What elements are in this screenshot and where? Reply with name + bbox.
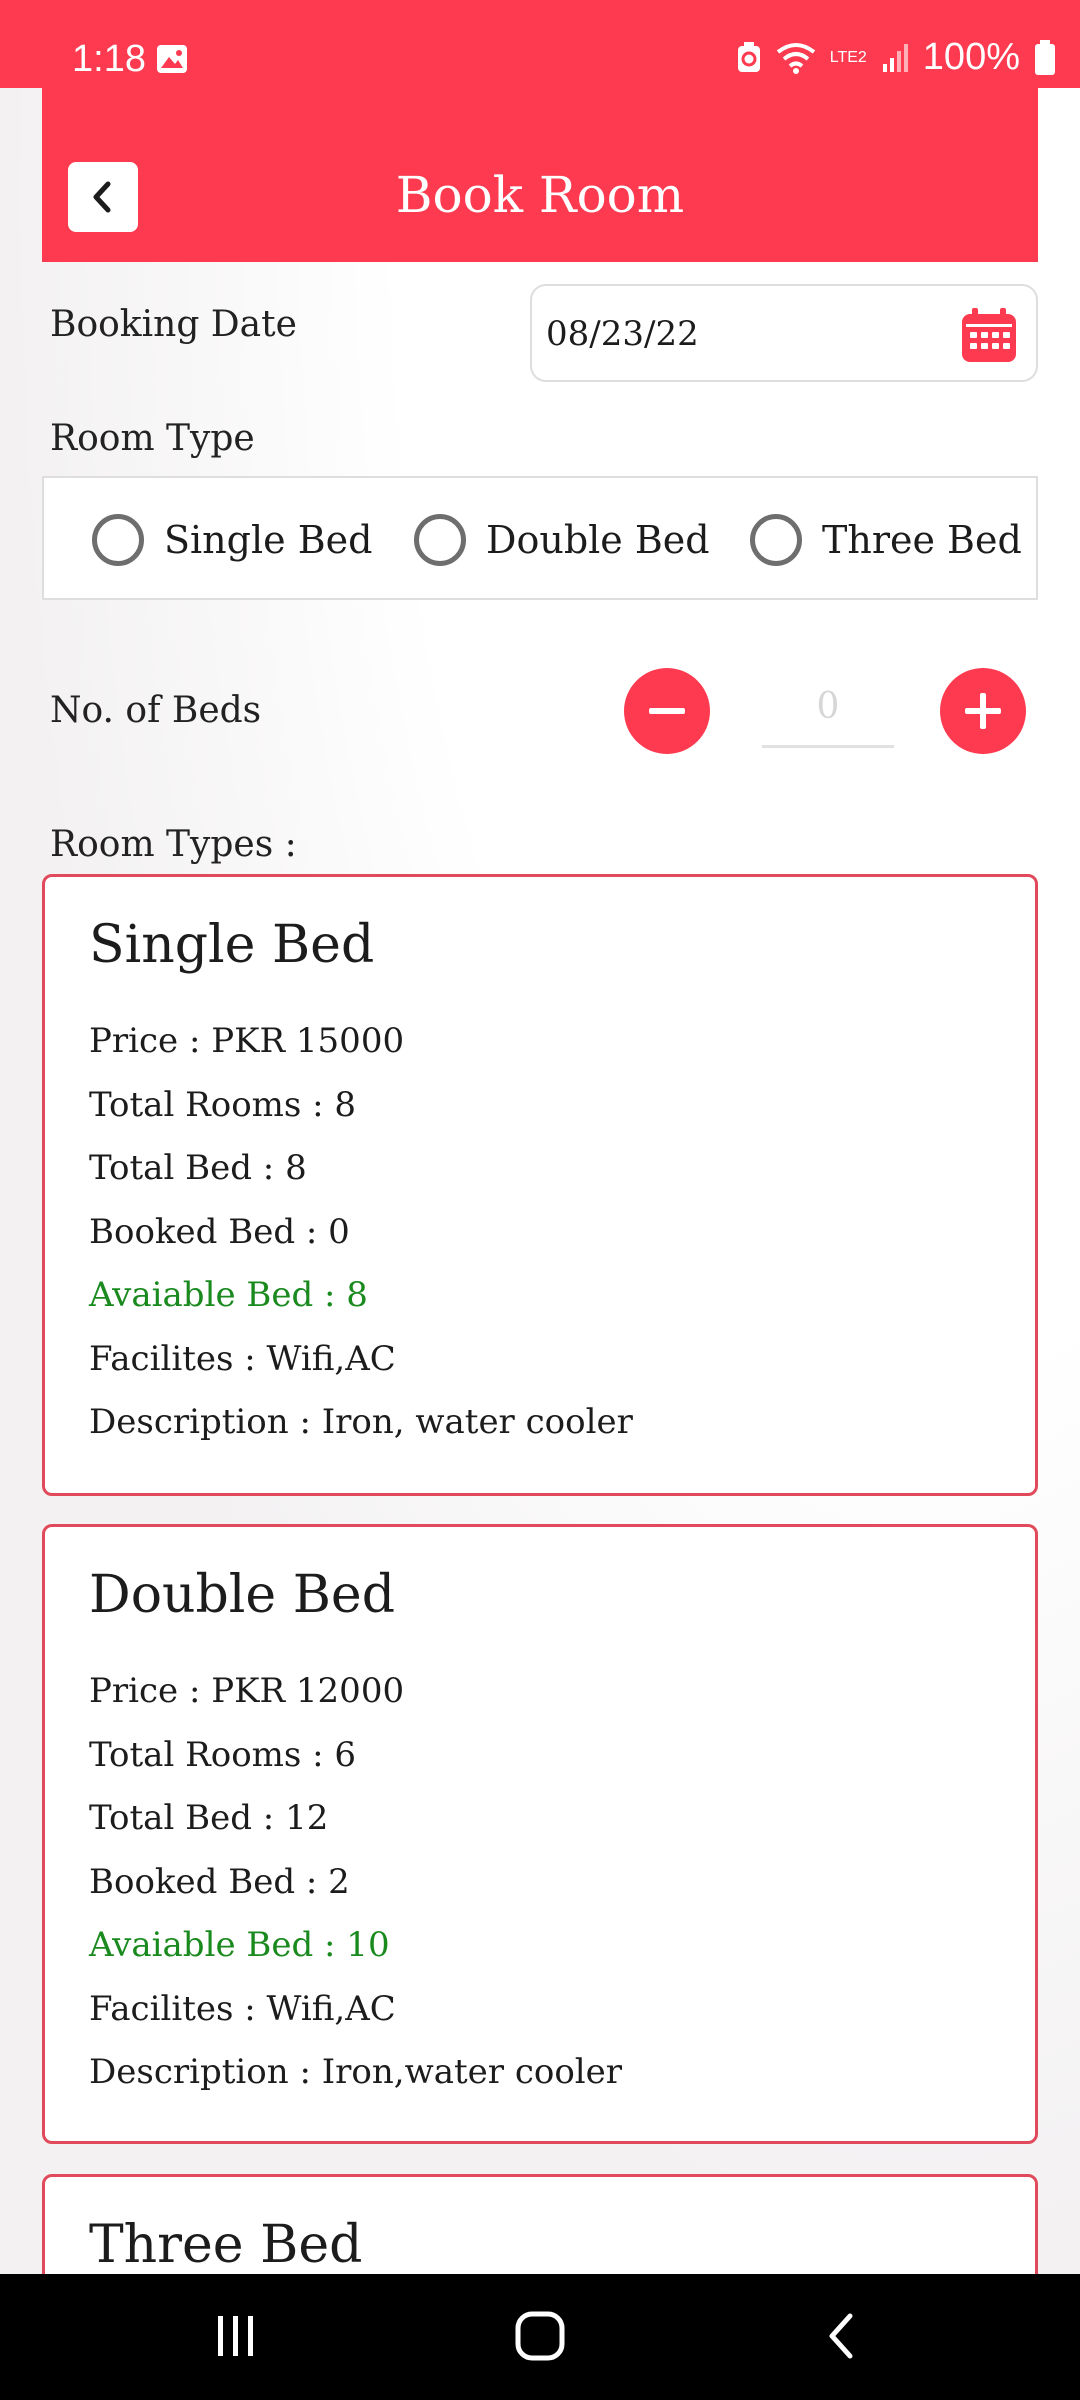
card-title: Double Bed (89, 1565, 395, 1625)
card-facilities: Facilites : Wifi,AC (89, 1989, 396, 2029)
radio-double-bed[interactable]: Double Bed (414, 514, 710, 566)
page-title: Book Room (395, 166, 685, 224)
booking-date-field[interactable]: 08/23/22 (530, 284, 1038, 382)
network-type-label: LTE2 (829, 48, 867, 66)
radio-circle (92, 514, 144, 566)
radio-three-bed[interactable]: Three Bed (750, 514, 1022, 566)
card-available-bed: Avaiable Bed : 10 (89, 1925, 390, 1965)
decrease-beds-button[interactable] (624, 668, 710, 754)
home-icon[interactable] (514, 2310, 566, 2362)
room-type-radio-group: Single Bed Double Bed Three Bed (42, 476, 1038, 600)
card-price: Price : PKR 15000 (89, 1021, 405, 1061)
wifi-icon (776, 42, 815, 74)
radio-label: Single Bed (164, 518, 373, 562)
card-title: Single Bed (89, 915, 375, 975)
beds-label: No. of Beds (50, 690, 262, 731)
card-title: Three Bed (89, 2215, 363, 2275)
card-facilities: Facilites : Wifi,AC (89, 1339, 396, 1379)
recent-apps-icon[interactable] (214, 2310, 258, 2362)
system-nav-bar (0, 2274, 1080, 2400)
back-nav-icon[interactable] (822, 2310, 862, 2362)
room-type-label: Room Type (50, 418, 255, 459)
radio-circle (414, 514, 466, 566)
card-total-bed: Total Bed : 12 (89, 1798, 329, 1838)
battery-icon (1035, 39, 1055, 75)
booking-date-label: Booking Date (50, 304, 297, 345)
card-description: Description : Iron, water cooler (89, 1402, 633, 1442)
signal-icon (882, 43, 908, 72)
gallery-notification-icon (157, 45, 187, 73)
room-types-heading: Room Types : (50, 824, 297, 865)
calendar-icon[interactable] (960, 306, 1018, 364)
radio-circle (750, 514, 802, 566)
card-booked-bed: Booked Bed : 2 (89, 1862, 350, 1902)
minus-icon (649, 708, 685, 714)
radio-single-bed[interactable]: Single Bed (92, 514, 372, 566)
card-total-bed: Total Bed : 8 (89, 1148, 307, 1188)
card-total-rooms: Total Rooms : 6 (89, 1735, 357, 1775)
card-description: Description : Iron,water cooler (89, 2052, 623, 2092)
plus-icon (965, 693, 1001, 729)
booking-date-value: 08/23/22 (546, 314, 699, 354)
radio-label: Three Bed (822, 518, 1022, 562)
app-bar: Book Room (42, 88, 1038, 262)
radio-label: Double Bed (486, 518, 710, 562)
battery-saver-icon (737, 41, 760, 72)
battery-percent: 100% (922, 36, 1020, 78)
beds-count[interactable]: 0 (762, 686, 894, 748)
card-available-bed: Avaiable Bed : 8 (89, 1275, 368, 1315)
status-time: 1:18 (72, 38, 146, 80)
card-booked-bed: Booked Bed : 0 (89, 1212, 350, 1252)
increase-beds-button[interactable] (940, 668, 1026, 754)
card-price: Price : PKR 12000 (89, 1671, 405, 1711)
status-bar: 1:18 LTE2 100% (0, 0, 1080, 88)
room-card-single-bed: Single Bed Price : PKR 15000 Total Rooms… (42, 874, 1038, 1496)
room-card-double-bed: Double Bed Price : PKR 12000 Total Rooms… (42, 1524, 1038, 2144)
card-total-rooms: Total Rooms : 8 (89, 1085, 357, 1125)
